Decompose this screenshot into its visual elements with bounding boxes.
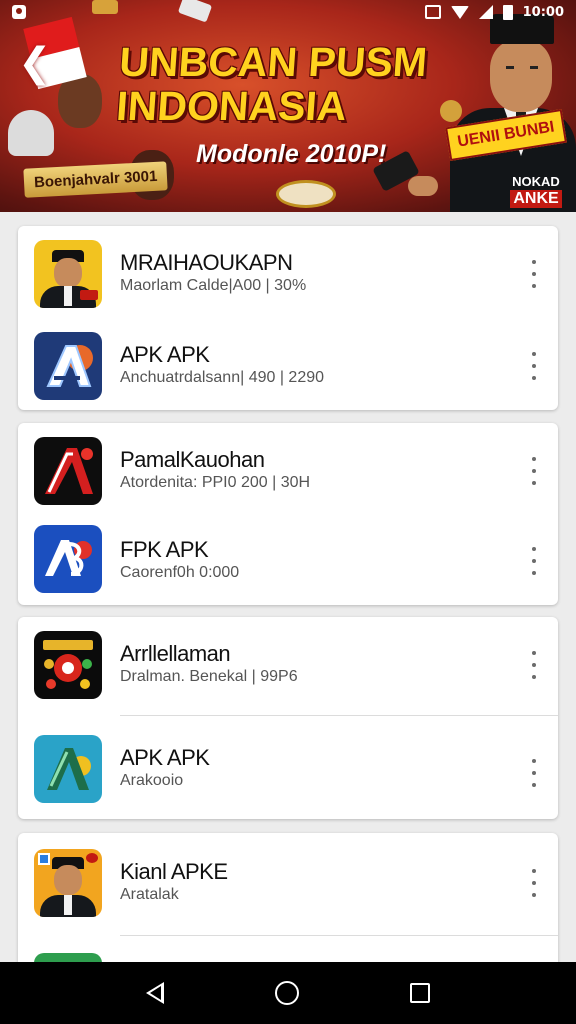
more-vert-icon[interactable]: [526, 651, 542, 679]
app-name: APK APK: [120, 342, 210, 367]
arrow-left-icon: ❮: [18, 41, 52, 85]
status-bar: 10:00: [0, 0, 576, 24]
banner-title: UNBCAN PUSM INDONASIA: [114, 39, 429, 129]
app-name: MRAIHAOUKAPN: [120, 250, 293, 275]
wifi-icon: [450, 5, 469, 19]
more-vert-icon[interactable]: [526, 869, 542, 897]
more-vert-icon[interactable]: [526, 260, 542, 288]
back-icon[interactable]: [145, 982, 164, 1004]
app-card: PamalKauohan Atordenita: PPI0 200 | 30H …: [18, 423, 558, 605]
casino-logo-icon: [34, 631, 102, 699]
app-card: MRAIHAOUKAPN Maorlam Calde|A00 | 30% APK…: [18, 226, 558, 410]
app-list-item[interactable]: APK APK Anchuatrdalsann| 490 | 2290: [18, 318, 558, 410]
more-vert-icon[interactable]: [526, 759, 542, 787]
promo-banner[interactable]: ❮ UNBCAN PUSM INDONASIA Modonle 2010P! B…: [0, 0, 576, 212]
app-store-screen: ❮ UNBCAN PUSM INDONASIA Modonle 2010P! B…: [0, 0, 576, 1024]
app-list-item[interactable]: APK APK Arakooio: [18, 721, 558, 813]
notification-icon: [12, 5, 26, 19]
divider: [120, 715, 558, 716]
app-meta: Arakooio: [120, 772, 184, 789]
app-list-item[interactable]: PamalKauohan Atordenita: PPI0 200 | 30H: [18, 423, 558, 515]
app-meta: Dralman. Benekal | 99P6: [120, 668, 298, 685]
app-card: Kianl APKE Aratalak: [18, 833, 558, 983]
navigation-bar: [0, 962, 576, 1024]
app-list-item[interactable]: Kianl APKE Aratalak: [18, 833, 558, 933]
banner-subtitle: Modonle 2010P!: [196, 140, 387, 168]
more-vert-icon[interactable]: [526, 457, 542, 485]
battery-icon: [502, 4, 513, 20]
app-meta: Caorenf0h 0:000: [120, 564, 240, 581]
app-card: Arrllellaman Dralman. Benekal | 99P6 APK…: [18, 617, 558, 819]
app-name: Arrllellaman: [120, 641, 231, 666]
more-vert-icon[interactable]: [526, 547, 542, 575]
corner-badge: NOKAD ANKE: [510, 174, 562, 208]
letter-a-black-red-icon: [34, 437, 102, 505]
letter-a-blue-icon: [34, 332, 102, 400]
app-meta: Maorlam Calde|A00 | 30%: [120, 277, 307, 294]
person-portrait-icon: [34, 240, 102, 308]
clock: 10:00: [522, 4, 564, 20]
person-portrait-icon: [34, 849, 102, 917]
coin-decoration: [276, 180, 336, 208]
app-list-item[interactable]: MRAIHAOUKAPN Maorlam Calde|A00 | 30%: [18, 226, 558, 318]
app-name: FPK APK: [120, 537, 209, 562]
app-name: PamalKauohan: [120, 447, 265, 472]
recents-icon[interactable]: [410, 983, 431, 1003]
app-meta: Anchuatrdalsann| 490 | 2290: [120, 369, 325, 386]
home-icon[interactable]: [274, 981, 299, 1005]
letter-a-blue-sticker-icon: [34, 525, 102, 593]
app-meta: Aratalak: [120, 886, 179, 903]
app-list-item[interactable]: FPK APK Caorenf0h 0:000: [18, 513, 558, 605]
app-meta: Atordenita: PPI0 200 | 30H: [120, 474, 311, 491]
signal-icon: [478, 5, 493, 19]
vibrate-icon: [424, 5, 441, 19]
more-vert-icon[interactable]: [526, 352, 542, 380]
divider: [120, 935, 558, 936]
app-name: APK APK: [120, 745, 210, 770]
app-name: Kianl APKE: [120, 859, 228, 884]
letter-a-teal-icon: [34, 735, 102, 803]
helmet-decoration: [8, 110, 54, 156]
app-list-item[interactable]: Arrllellaman Dralman. Benekal | 99P6: [18, 617, 558, 715]
